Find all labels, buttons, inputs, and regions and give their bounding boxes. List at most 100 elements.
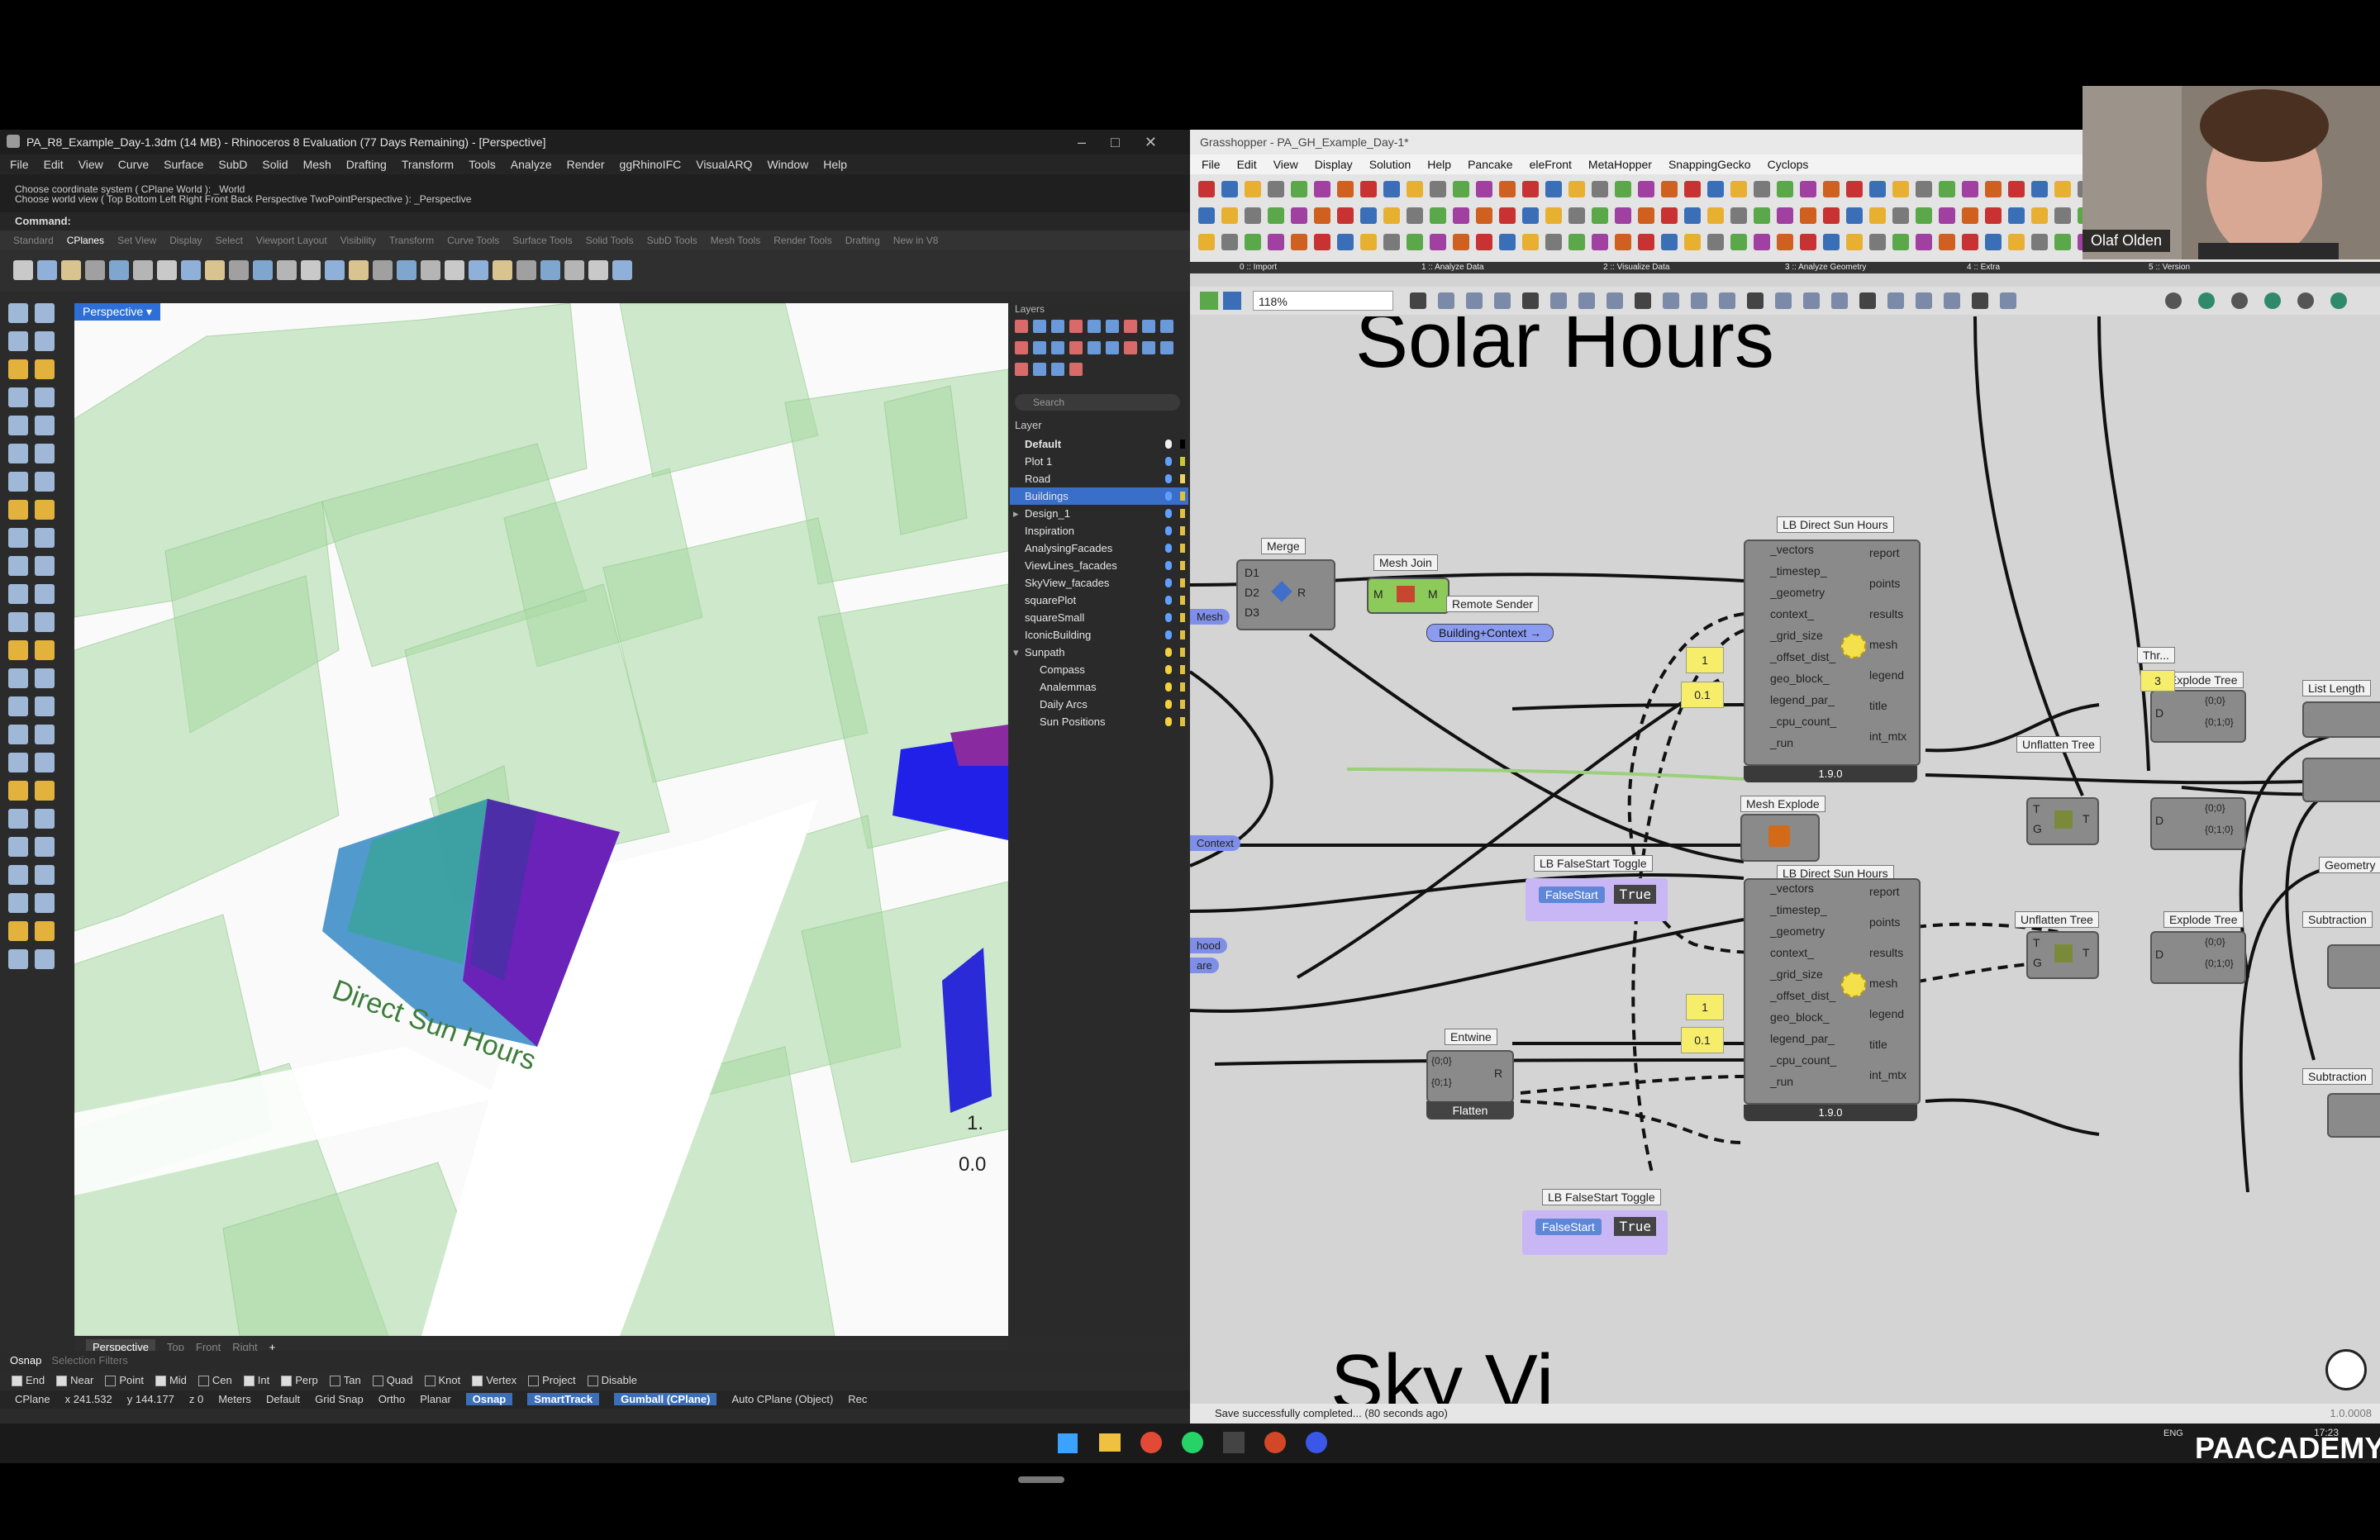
checkbox-icon[interactable] [105, 1376, 117, 1387]
gh-component-icon[interactable] [1985, 181, 2002, 197]
gh-component-icon[interactable] [2031, 234, 2048, 250]
start-icon[interactable] [1058, 1433, 1078, 1453]
lb-input[interactable]: legend_par_ [1770, 1032, 1835, 1045]
mesh-explode-component[interactable] [1740, 814, 1820, 862]
gh-component-icon[interactable] [1730, 181, 1747, 197]
left-tool-icon[interactable] [35, 303, 55, 323]
gh-component-icon[interactable] [1707, 181, 1724, 197]
gh-component-icon[interactable] [1453, 234, 1469, 250]
gh-component-icon[interactable] [1730, 207, 1747, 224]
layer-color-swatch[interactable] [1180, 578, 1185, 587]
toolbar-tab-select[interactable]: Select [216, 235, 243, 246]
gh-component-icon[interactable] [1383, 207, 1400, 224]
ladybug1-component[interactable]: _vectors _timestep_ _geometry context_ _grid… [1744, 539, 1921, 782]
canvas-tool-icon[interactable] [1550, 292, 1567, 309]
left-tool-icon[interactable] [35, 584, 55, 604]
context-input-param[interactable]: Context [1190, 835, 1240, 851]
layer-tool-icon[interactable] [1160, 341, 1173, 354]
lightbulb-icon[interactable] [1165, 474, 1172, 483]
menu-surface[interactable]: Surface [164, 158, 203, 171]
lightbulb-icon[interactable] [1165, 630, 1172, 639]
gh-component-icon[interactable] [1754, 181, 1770, 197]
status-cplane[interactable]: CPlane [15, 1393, 50, 1405]
gh-component-icon[interactable] [1245, 234, 1261, 250]
tool-icon[interactable] [61, 260, 81, 280]
lightbulb-icon[interactable] [1165, 596, 1172, 605]
left-tool-icon[interactable] [35, 753, 55, 772]
grid-size-panel-2[interactable]: 1 [1686, 994, 1724, 1020]
left-tool-icon[interactable] [35, 387, 55, 407]
left-tool-icon[interactable] [8, 725, 28, 744]
toolbar-tab-curve-tools[interactable]: Curve Tools [447, 235, 499, 246]
gh-component-icon[interactable] [1268, 207, 1284, 224]
layer-color-swatch[interactable] [1180, 596, 1185, 605]
left-tool-icon[interactable] [8, 865, 28, 885]
ribbon-group-label[interactable]: 1 :: Analyze Data [1421, 262, 1484, 273]
gh-component-icon[interactable] [1198, 234, 1215, 250]
layer-row[interactable]: Default [1010, 435, 1188, 453]
gh-component-icon[interactable] [1661, 181, 1678, 197]
gh-menu-elefront[interactable]: eleFront [1530, 158, 1572, 171]
gh-component-icon[interactable] [2031, 207, 2048, 224]
layer-tool-icon[interactable] [1051, 341, 1064, 354]
gh-component-icon[interactable] [1337, 181, 1354, 197]
lb-input[interactable]: _run [1770, 736, 1793, 749]
lb-output[interactable]: title [1869, 699, 1887, 712]
layer-tool-icon[interactable] [1015, 341, 1028, 354]
osnap-cen[interactable]: Cen [198, 1374, 232, 1387]
toolbar-tab-new-in-v8[interactable]: New in V8 [893, 235, 939, 246]
gh-component-icon[interactable] [2054, 181, 2071, 197]
gh-component-icon[interactable] [1939, 181, 1955, 197]
display-mode-icon[interactable] [2264, 292, 2281, 309]
layer-row[interactable]: Road [1010, 470, 1188, 487]
layer-row[interactable]: Sun Positions [1010, 713, 1188, 730]
lightbulb-icon[interactable] [1165, 561, 1172, 570]
status-rec[interactable]: Rec [848, 1393, 867, 1405]
offset-panel-2[interactable]: 0.1 [1681, 1027, 1724, 1053]
layer-row[interactable]: Inspiration [1010, 522, 1188, 539]
lb-input[interactable]: legend_par_ [1770, 693, 1835, 706]
layer-tool-icon[interactable] [1051, 320, 1064, 333]
gh-component-icon[interactable] [2031, 181, 2048, 197]
menu-solid[interactable]: Solid [262, 158, 288, 171]
layer-tool-icon[interactable] [1033, 341, 1046, 354]
gh-component-icon[interactable] [1245, 181, 1261, 197]
gh-component-icon[interactable] [1499, 234, 1516, 250]
gh-component-icon[interactable] [1499, 181, 1516, 197]
osnap-label[interactable]: Osnap [10, 1354, 41, 1367]
gh-component-icon[interactable] [1615, 207, 1631, 224]
lightbulb-icon[interactable] [1165, 717, 1172, 726]
gh-component-icon[interactable] [1684, 207, 1701, 224]
canvas-tool-icon[interactable] [1719, 292, 1735, 309]
layer-tool-icon[interactable] [1124, 320, 1137, 333]
gh-menu-cyclops[interactable]: Cyclops [1768, 158, 1809, 171]
layer-row[interactable]: ▾ Sunpath [1010, 644, 1188, 661]
canvas-tool-icon[interactable] [1831, 292, 1848, 309]
gh-component-icon[interactable] [2008, 234, 2025, 250]
tool-icon[interactable] [13, 260, 33, 280]
checkbox-icon[interactable] [281, 1376, 293, 1387]
subtraction-component-2[interactable] [2327, 1093, 2380, 1138]
gh-component-icon[interactable] [1985, 207, 2002, 224]
tool-icon[interactable] [109, 260, 129, 280]
gh-component-icon[interactable] [1916, 181, 1932, 197]
gh-component-icon[interactable] [1360, 181, 1377, 197]
osnap-near[interactable]: Near [56, 1374, 93, 1387]
gh-component-icon[interactable] [1730, 234, 1747, 250]
lb-output[interactable]: report [1869, 885, 1900, 898]
gh-component-icon[interactable] [1291, 181, 1307, 197]
tool-icon[interactable] [493, 260, 512, 280]
gh-component-icon[interactable] [1869, 207, 1886, 224]
canvas-tool-icon[interactable] [1466, 292, 1483, 309]
canvas-navigator-icon[interactable] [2325, 1349, 2367, 1390]
layer-tool-icon[interactable] [1069, 320, 1083, 333]
tool-icon[interactable] [133, 260, 153, 280]
left-tool-icon[interactable] [8, 612, 28, 632]
rhino-taskbar-icon[interactable] [1223, 1432, 1245, 1453]
menu-visualarq[interactable]: VisualARQ [696, 158, 752, 171]
zoom-select[interactable]: 118% [1253, 291, 1393, 311]
gh-component-icon[interactable] [1962, 181, 1978, 197]
ribbon-group-label[interactable]: 4 :: Extra [1967, 262, 2000, 273]
layer-color-swatch[interactable] [1180, 648, 1185, 657]
checkbox-icon[interactable] [12, 1376, 22, 1387]
